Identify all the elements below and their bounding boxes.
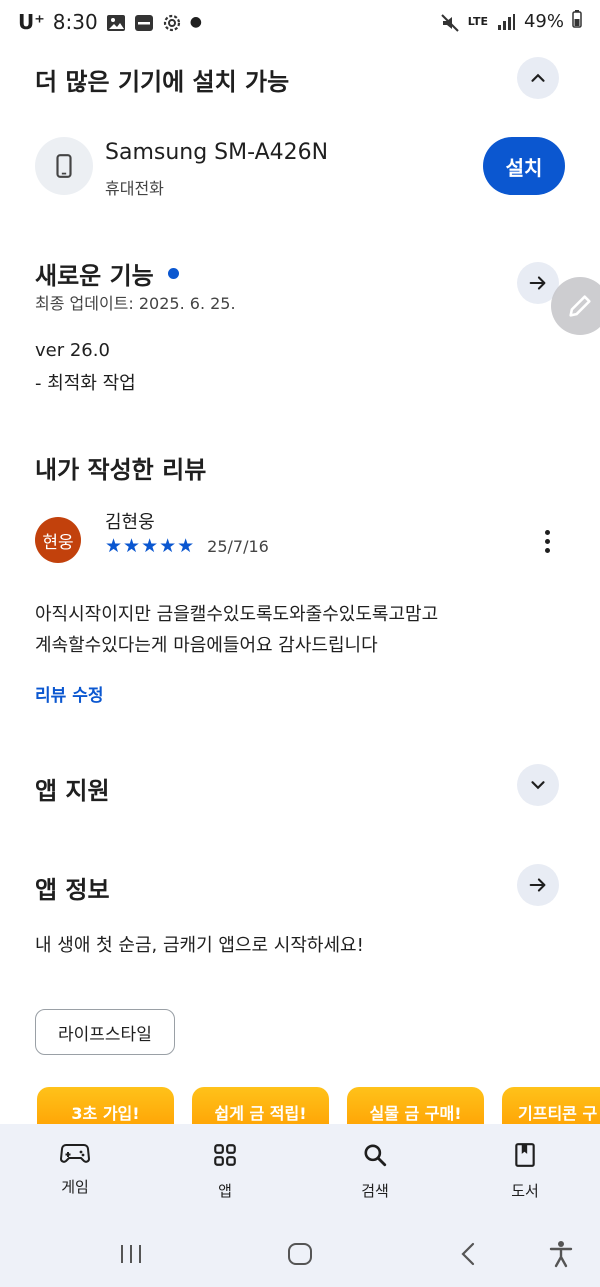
- clock: 8:30: [52, 10, 98, 34]
- network-label: LTE: [467, 15, 488, 28]
- nav-games[interactable]: 게임: [15, 1142, 135, 1197]
- status-right: LTE 49%: [440, 10, 582, 33]
- gamepad-icon: [60, 1144, 90, 1163]
- back-icon: [461, 1242, 475, 1266]
- search-icon: [364, 1144, 387, 1167]
- more-options-button[interactable]: [530, 526, 564, 556]
- minus-box-icon: [134, 13, 154, 31]
- install-button[interactable]: 설치: [483, 137, 565, 195]
- home-button[interactable]: [287, 1242, 313, 1270]
- system-navigation-bar: [0, 1224, 600, 1287]
- nav-label: 앱: [218, 1182, 232, 1200]
- app-info-title: 앱 정보: [35, 876, 110, 904]
- nav-apps[interactable]: 앱: [165, 1142, 285, 1201]
- arrow-right-icon: [529, 276, 546, 290]
- device-name: Samsung SM-A426N: [105, 140, 329, 165]
- chevron-up-icon: [531, 73, 545, 82]
- app-support-title: 앱 지원: [35, 777, 110, 805]
- avatar: 현웅: [35, 517, 81, 563]
- status-left: U⁺ 8:30 ●: [18, 10, 202, 34]
- category-chip[interactable]: 라이프스타일: [35, 1009, 175, 1055]
- review-text-line2: 계속할수있다는게 마음에들어요 감사드립니다: [35, 635, 378, 656]
- app-description: 내 생애 첫 순금, 금캐기 앱으로 시작하세요!: [35, 935, 364, 956]
- nav-label: 게임: [61, 1178, 89, 1196]
- status-bar: U⁺ 8:30 ● LTE 49%: [0, 0, 600, 46]
- apps-grid-icon: [214, 1144, 236, 1166]
- carrier-label: U⁺: [18, 10, 45, 34]
- release-notes: - 최적화 작업: [35, 373, 136, 394]
- more-vert-icon: [544, 529, 550, 553]
- recents-button[interactable]: [118, 1242, 144, 1270]
- image-icon: [106, 13, 126, 31]
- battery-icon: [572, 10, 582, 33]
- accessibility-icon: [549, 1241, 573, 1268]
- bottom-navigation: 게임 앱 검색 도서: [0, 1124, 600, 1224]
- dot-icon: ●: [189, 14, 202, 30]
- version-text: ver 26.0: [35, 340, 110, 361]
- chevron-down-icon: [531, 781, 545, 790]
- collapse-button[interactable]: [517, 57, 559, 99]
- review-meta: ★★★★★ 25/7/16: [105, 535, 269, 557]
- last-updated: 최종 업데이트: 2025. 6. 25.: [35, 294, 236, 313]
- app-info-arrow-button[interactable]: [517, 864, 559, 906]
- arrow-right-icon: [529, 878, 546, 892]
- app-support-expand-button[interactable]: [517, 764, 559, 806]
- phone-icon: [35, 137, 93, 195]
- review-date: 25/7/16: [207, 536, 269, 556]
- nav-search[interactable]: 검색: [315, 1142, 435, 1201]
- whats-new-title: 새로운 기능: [35, 262, 154, 290]
- rating-stars: ★★★★★: [105, 535, 196, 557]
- device-type: 휴대전화: [105, 179, 164, 198]
- whats-new-header: 새로운 기능: [35, 256, 179, 291]
- nav-books[interactable]: 도서: [465, 1142, 585, 1201]
- nav-label: 도서: [511, 1182, 539, 1200]
- pencil-icon: [569, 295, 591, 317]
- new-dot-indicator: [167, 268, 179, 279]
- review-text-line1: 아직시작이지만 금을캘수있도록도와줄수있도록고맘고: [35, 604, 439, 625]
- back-button[interactable]: [458, 1242, 478, 1270]
- signal-icon: [496, 13, 516, 31]
- edit-fab[interactable]: [551, 277, 600, 335]
- reviewer-name: 김현웅: [105, 512, 155, 533]
- edit-review-link[interactable]: 리뷰 수정: [35, 681, 103, 706]
- recents-icon: [121, 1245, 141, 1263]
- more-devices-title: 더 많은 기기에 설치 가능: [35, 68, 290, 96]
- book-icon: [515, 1143, 535, 1167]
- mute-icon: [440, 13, 460, 32]
- nav-label: 검색: [361, 1182, 389, 1200]
- accessibility-button[interactable]: [548, 1240, 574, 1272]
- settings-icon: [162, 13, 182, 32]
- home-icon: [288, 1243, 312, 1265]
- my-review-title: 내가 작성한 리뷰: [35, 456, 207, 484]
- battery-label: 49%: [523, 11, 564, 32]
